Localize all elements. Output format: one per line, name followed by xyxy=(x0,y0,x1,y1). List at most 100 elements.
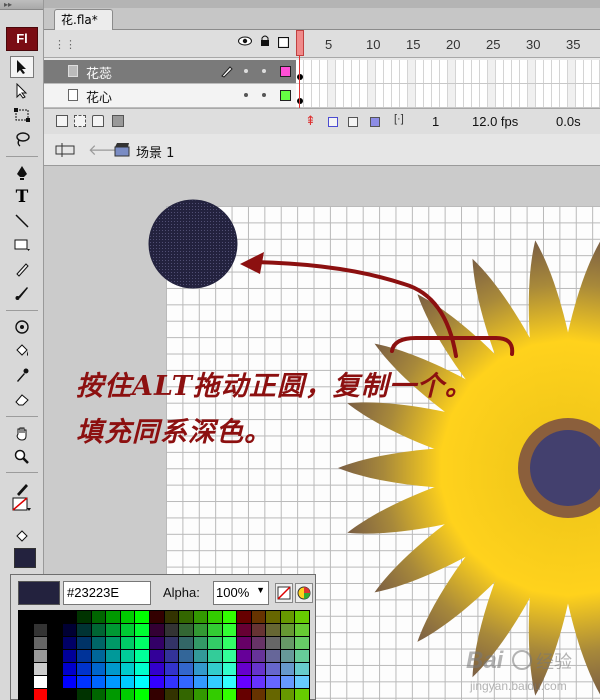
new-layer-icon[interactable] xyxy=(56,115,68,127)
palette-swatch[interactable] xyxy=(251,650,266,662)
palette-swatch[interactable] xyxy=(120,611,135,623)
palette-swatch[interactable] xyxy=(149,650,164,662)
layer-row-huarui[interactable]: 花蕊 xyxy=(44,60,296,84)
palette-swatch[interactable] xyxy=(280,624,295,636)
lasso-tool-icon[interactable] xyxy=(10,128,34,150)
palette-swatch[interactable] xyxy=(237,663,251,675)
palette-swatch[interactable] xyxy=(222,637,237,649)
lock-dot[interactable] xyxy=(262,69,266,73)
palette-swatch[interactable] xyxy=(62,689,77,700)
palette-swatch[interactable] xyxy=(149,637,164,649)
eyedropper-tool-icon[interactable] xyxy=(10,364,34,386)
palette-swatch[interactable] xyxy=(77,611,91,623)
zoom-tool-icon[interactable] xyxy=(10,446,34,468)
palette-swatch[interactable] xyxy=(208,624,222,636)
palette-swatch[interactable] xyxy=(164,624,179,636)
palette-swatch[interactable] xyxy=(77,624,91,636)
palette-swatch[interactable] xyxy=(251,689,266,700)
palette-swatch[interactable] xyxy=(237,689,251,700)
palette-swatch[interactable] xyxy=(266,676,280,688)
palette-swatch[interactable] xyxy=(193,676,208,688)
palette-swatch[interactable] xyxy=(33,611,48,623)
palette-swatch[interactable] xyxy=(77,663,91,675)
palette-swatch[interactable] xyxy=(280,663,295,675)
palette-swatch[interactable] xyxy=(91,663,106,675)
palette-swatch[interactable] xyxy=(179,689,193,700)
palette-swatch[interactable] xyxy=(120,689,135,700)
palette-swatch[interactable] xyxy=(120,663,135,675)
palette-swatch[interactable] xyxy=(193,650,208,662)
palette-swatch[interactable] xyxy=(19,611,33,623)
palette-swatch[interactable] xyxy=(208,650,222,662)
palette-swatch[interactable] xyxy=(19,689,33,700)
palette-swatch[interactable] xyxy=(135,611,149,623)
onion-skin-outlines-icon[interactable] xyxy=(348,117,358,127)
palette-swatch[interactable] xyxy=(280,650,295,662)
delete-layer-icon[interactable] xyxy=(112,115,124,127)
palette-swatch[interactable] xyxy=(164,663,179,675)
palette-swatch[interactable] xyxy=(266,650,280,662)
palette-swatch[interactable] xyxy=(62,624,77,636)
palette-swatch[interactable] xyxy=(19,676,33,688)
palette-swatch[interactable] xyxy=(106,637,120,649)
palette-swatch[interactable] xyxy=(295,689,309,700)
visibility-dot[interactable] xyxy=(244,93,248,97)
palette-swatch[interactable] xyxy=(208,663,222,675)
palette-swatch[interactable] xyxy=(48,611,62,623)
palette-swatch[interactable] xyxy=(62,663,77,675)
outline-icon[interactable] xyxy=(277,36,290,51)
palette-swatch[interactable] xyxy=(237,637,251,649)
color-picker-wheel-icon[interactable] xyxy=(295,583,313,603)
palette-swatch[interactable] xyxy=(149,663,164,675)
palette-swatch[interactable] xyxy=(77,676,91,688)
palette-swatch[interactable] xyxy=(48,663,62,675)
palette-swatch[interactable] xyxy=(135,663,149,675)
palette-swatch[interactable] xyxy=(120,637,135,649)
palette-swatch[interactable] xyxy=(106,650,120,662)
palette-swatch[interactable] xyxy=(179,637,193,649)
onion-skin-icon[interactable] xyxy=(328,117,338,127)
palette-swatch[interactable] xyxy=(62,650,77,662)
layer-frames-huaxin[interactable] xyxy=(296,84,600,108)
palette-swatch[interactable] xyxy=(295,676,309,688)
palette-swatch[interactable] xyxy=(77,650,91,662)
new-folder-icon[interactable] xyxy=(92,115,104,127)
subselection-tool-icon[interactable] xyxy=(10,80,34,102)
layer-row-huaxin[interactable]: 花心 xyxy=(44,84,296,108)
fill-color-bucket-icon[interactable] xyxy=(10,526,34,548)
no-color-icon[interactable] xyxy=(275,583,293,603)
fill-color-swatch[interactable] xyxy=(14,548,36,568)
palette-swatch[interactable] xyxy=(266,611,280,623)
palette-swatch[interactable] xyxy=(33,650,48,662)
palette-swatch[interactable] xyxy=(222,624,237,636)
palette-swatch[interactable] xyxy=(135,650,149,662)
palette-swatch[interactable] xyxy=(193,624,208,636)
palette-swatch[interactable] xyxy=(179,676,193,688)
palette-swatch[interactable] xyxy=(280,676,295,688)
palette-swatch[interactable] xyxy=(106,611,120,623)
palette-swatch[interactable] xyxy=(33,689,48,700)
palette-swatch[interactable] xyxy=(120,624,135,636)
palette-swatch[interactable] xyxy=(295,624,309,636)
palette-swatch[interactable] xyxy=(222,689,237,700)
palette-swatch[interactable] xyxy=(91,637,106,649)
palette-swatch[interactable] xyxy=(295,611,309,623)
palette-swatch[interactable] xyxy=(251,637,266,649)
palette-swatch[interactable] xyxy=(208,689,222,700)
palette-swatch[interactable] xyxy=(179,663,193,675)
palette-swatch[interactable] xyxy=(251,624,266,636)
palette-swatch[interactable] xyxy=(251,676,266,688)
frame-rate[interactable]: 12.0 fps xyxy=(472,114,518,129)
eye-icon[interactable] xyxy=(238,36,252,49)
layer-frames-huarui[interactable] xyxy=(296,60,600,84)
rectangle-tool-icon[interactable] xyxy=(10,234,34,256)
hex-color-input[interactable]: #23223E xyxy=(63,581,151,605)
scene-name[interactable]: 场景 1 xyxy=(136,142,174,161)
hand-tool-icon[interactable] xyxy=(10,422,34,444)
eraser-tool-icon[interactable] xyxy=(10,388,34,410)
palette-swatch[interactable] xyxy=(208,637,222,649)
modify-markers-icon[interactable]: [·] xyxy=(394,113,404,125)
palette-swatch[interactable] xyxy=(149,611,164,623)
palette-swatch[interactable] xyxy=(208,611,222,623)
palette-swatch[interactable] xyxy=(295,650,309,662)
